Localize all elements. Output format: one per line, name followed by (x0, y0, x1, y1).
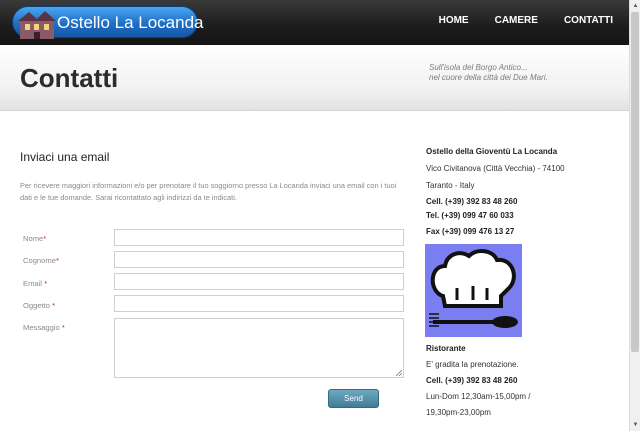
email-input[interactable] (114, 273, 404, 290)
label-messaggio: Messaggio * (23, 323, 65, 332)
form-title: Inviaci una email (20, 150, 110, 164)
nav-camere[interactable]: CAMERE (495, 15, 538, 26)
title-band: Contatti Sull'isola del Borgo Antico... … (0, 45, 629, 111)
site-logo[interactable]: Ostello La Locanda (12, 6, 204, 39)
chef-hat-cutlery-icon (425, 244, 522, 337)
nav-home[interactable]: HOME (439, 15, 469, 26)
form-intro: Per ricevere maggiori informazioni e/o p… (20, 181, 397, 202)
label-cognome: Cognome* (23, 256, 59, 265)
contact-cell: Cell. (+39) 392 83 48 260 (426, 197, 518, 206)
restaurant-note: E' gradita la prenotazione. (426, 360, 519, 369)
resize-grip-icon[interactable] (396, 370, 402, 376)
label-nome: Nome* (23, 234, 47, 243)
logo-text: Ostello La Locanda (57, 13, 204, 32)
scrollbar-thumb[interactable] (631, 12, 639, 352)
restaurant-hours-1: Lun-Dom 12,30am-15,00pm / (426, 392, 531, 401)
house-icon (18, 11, 56, 39)
tagline: Sull'isola del Borgo Antico... nel cuore… (429, 63, 548, 83)
cognome-input[interactable] (114, 251, 404, 268)
send-button[interactable]: Send (328, 389, 379, 408)
oggetto-input[interactable] (114, 295, 404, 312)
chef-hat-svg (429, 249, 518, 328)
restaurant-hours-2: 19,30pm-23,00pm (426, 408, 491, 417)
header-bar: Ostello La Locanda HOME CAMERE CONTATTI (0, 0, 629, 45)
contact-name: Ostello della Gioventù La Locanda (426, 147, 558, 156)
contact-tel: Tel. (+39) 099 47 60 033 (426, 211, 514, 220)
contact-address-1: Vico Civitanova (Città Vecchia) - 74100 (426, 164, 565, 173)
nav-contatti[interactable]: CONTATTI (564, 15, 613, 26)
page-title: Contatti (20, 63, 119, 93)
scroll-down-icon[interactable]: ▼ (631, 420, 640, 430)
label-oggetto: Oggetto * (23, 301, 56, 310)
restaurant-cell: Cell. (+39) 392 83 48 260 (426, 376, 518, 385)
contact-fax: Fax (+39) 099 476 13 27 (426, 227, 515, 236)
tagline-line-1: Sull'isola del Borgo Antico... (429, 63, 528, 72)
tagline-line-2: nel cuore della città dei Due Mari. (429, 73, 548, 82)
restaurant-title: Ristorante (426, 344, 466, 353)
scroll-up-icon[interactable]: ▲ (631, 1, 640, 11)
nome-input[interactable] (114, 229, 404, 246)
page-scrollbar[interactable]: ▲ ▼ (629, 0, 640, 431)
messaggio-textarea[interactable] (114, 318, 404, 378)
contact-address-2: Taranto - Italy (426, 181, 475, 190)
main-nav: HOME CAMERE CONTATTI (413, 15, 613, 26)
label-email: Email * (23, 279, 48, 288)
